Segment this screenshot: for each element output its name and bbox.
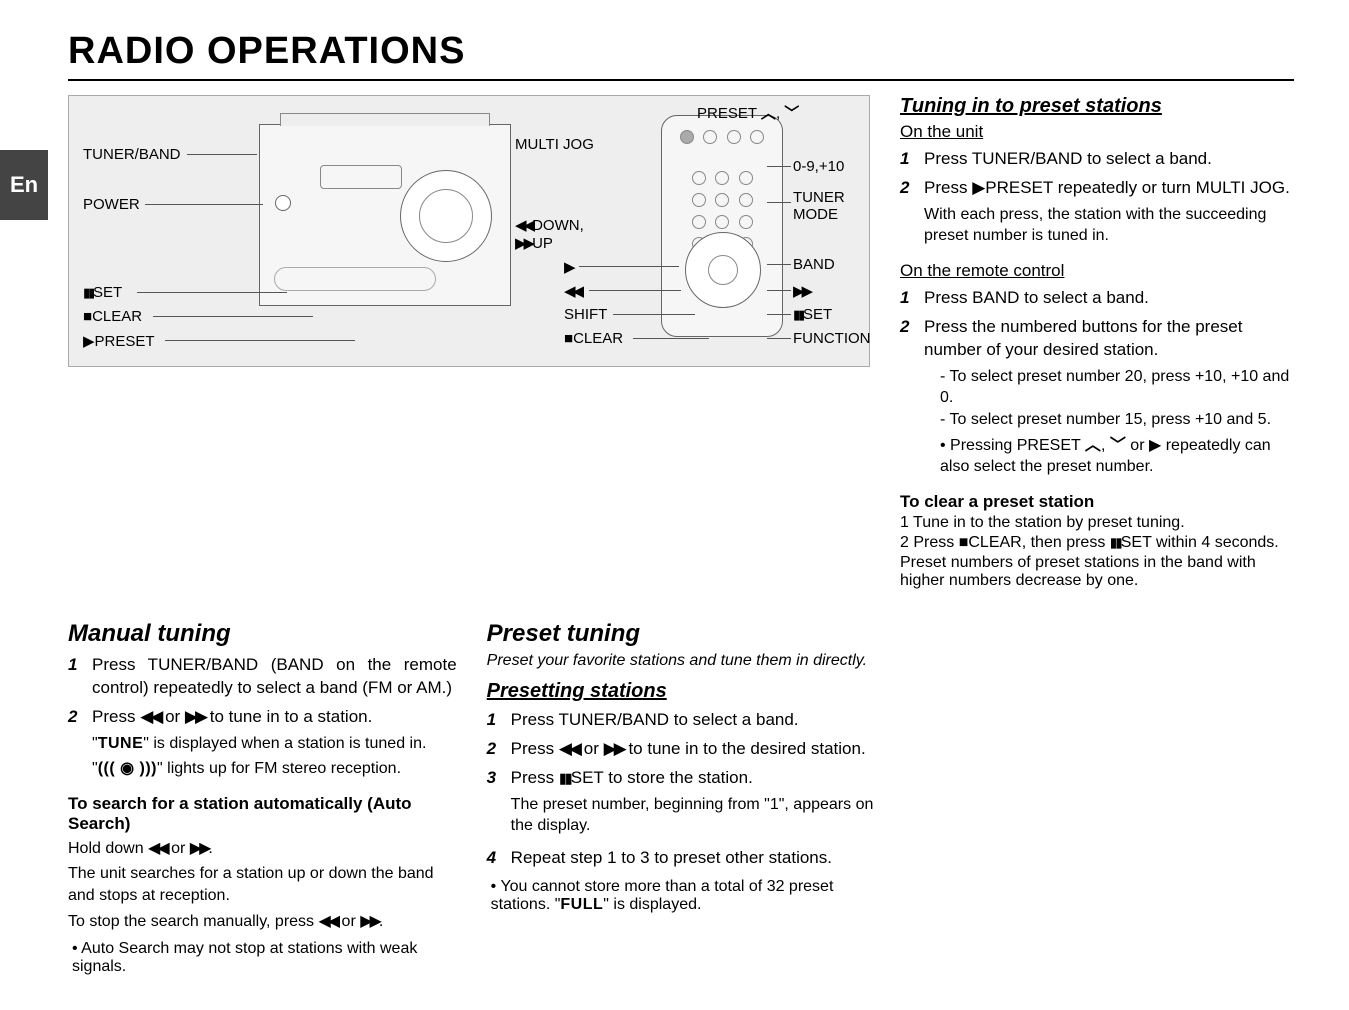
on-remote-heading: On the remote control — [900, 261, 1294, 281]
remote-step-2: 2 Press the numbered buttons for the pre… — [900, 316, 1294, 482]
label-tuner-band: TUNER/BAND — [83, 146, 181, 163]
forward-icon — [793, 283, 810, 300]
pause-icon — [83, 284, 93, 301]
page-title: RADIO OPERATIONS — [68, 30, 1294, 73]
label-power: POWER — [83, 196, 140, 213]
auto-search-stop: To stop the search manually, press or . — [68, 911, 457, 933]
jog-dial-illustration — [400, 170, 492, 262]
display-area — [320, 165, 402, 189]
clear-note: Preset numbers of preset stations in the… — [900, 554, 1294, 590]
label-rew-center — [564, 282, 581, 300]
up-arrow-icon — [1085, 437, 1101, 454]
preset-step-3: 3 Press SET to store the station. The pr… — [487, 767, 876, 841]
remote-note: Pressing PRESET , or repeatedly can also… — [940, 435, 1294, 478]
unit-step-1: 1 Press TUNER/BAND to select a band. — [900, 148, 1294, 171]
auto-search-desc: The unit searches for a station up or do… — [68, 863, 457, 906]
label-down: DOWN, — [515, 216, 584, 234]
rewind-icon — [319, 913, 338, 930]
label-preset-arrows: PRESET , — [697, 102, 799, 123]
manual-step-1: 1 Press TUNER/BAND (BAND on the remote c… — [68, 654, 457, 700]
forward-icon — [185, 707, 205, 726]
rewind-icon — [559, 739, 579, 758]
play-icon — [564, 259, 576, 276]
play-icon — [972, 178, 985, 197]
auto-search-hold: Hold down or . — [68, 838, 457, 860]
clear-step-1: 1 Tune in to the station by preset tunin… — [900, 514, 1294, 532]
label-clear-center: CLEAR — [564, 330, 623, 347]
label-multi-jog: MULTI JOG — [515, 136, 594, 153]
stop-icon — [83, 308, 92, 325]
remote-dpad — [685, 232, 761, 308]
device-diagram: TUNER/BAND POWER SET CLEAR PRESET MULTI … — [68, 95, 870, 367]
preset-intro: Preset your favorite stations and tune t… — [487, 652, 876, 670]
auto-search-bullet: Auto Search may not stop at stations wit… — [72, 940, 457, 976]
label-band: BAND — [793, 256, 835, 273]
label-clear-left: CLEAR — [83, 308, 142, 325]
on-unit-heading: On the unit — [900, 122, 1294, 142]
language-tab: En — [0, 150, 48, 220]
spacer-column — [905, 620, 1294, 980]
down-arrow-icon — [1110, 437, 1126, 454]
play-icon — [83, 333, 95, 350]
remote-example-1: To select preset number 20, press +10, +… — [940, 366, 1294, 409]
forward-icon — [360, 913, 379, 930]
forward-icon — [190, 840, 209, 857]
stop-icon — [564, 330, 573, 347]
preset-heading: Preset tuning — [487, 620, 876, 648]
stop-icon — [959, 534, 969, 551]
main-unit-illustration — [259, 124, 511, 306]
rewind-icon — [515, 217, 532, 234]
pause-icon — [1110, 534, 1121, 551]
preset-tuning-section: Preset tuning Preset your favorite stati… — [487, 620, 876, 980]
pause-icon — [559, 768, 571, 787]
rewind-icon — [564, 283, 581, 300]
tuning-in-section: Tuning in to preset stations On the unit… — [900, 95, 1294, 592]
down-arrow-icon — [784, 105, 799, 122]
preset-bullet: You cannot store more than a total of 32… — [491, 878, 876, 914]
rewind-icon — [148, 840, 167, 857]
rewind-icon — [140, 707, 160, 726]
clear-step-2: 2 Press CLEAR, then press SET within 4 s… — [900, 534, 1294, 552]
label-function: FUNCTION — [793, 330, 871, 347]
presetting-heading: Presetting stations — [487, 680, 876, 703]
tuning-in-heading: Tuning in to preset stations — [900, 95, 1294, 118]
power-knob — [275, 195, 291, 211]
label-num-keys: 0-9,+10 — [793, 158, 844, 175]
label-set-right: SET — [793, 306, 832, 323]
pause-icon — [793, 306, 803, 323]
label-tuner-mode: TUNER MODE — [793, 190, 845, 223]
up-arrow-icon — [761, 105, 776, 122]
horizontal-rule — [68, 79, 1294, 81]
remote-step-1: 1 Press BAND to select a band. — [900, 287, 1294, 310]
manual-heading: Manual tuning — [68, 620, 457, 648]
manual-step-2: 2 Press or to tune in to a station. "TUN… — [68, 706, 457, 784]
label-preset-left: PRESET — [83, 332, 155, 350]
label-set-left: SET — [83, 284, 122, 301]
auto-search-heading: To search for a station automatically (A… — [68, 794, 457, 834]
forward-icon — [515, 235, 532, 252]
label-ff-right — [793, 282, 810, 300]
forward-icon — [604, 739, 624, 758]
button-strip — [274, 267, 436, 291]
preset-step-1: 1 Press TUNER/BAND to select a band. — [487, 709, 876, 732]
remote-illustration — [661, 115, 783, 337]
remote-example-2: To select preset number 15, press +10 an… — [940, 409, 1294, 431]
play-icon — [1149, 437, 1161, 454]
label-play-center — [564, 258, 576, 276]
unit-step-2: 2 Press PRESET repeatedly or turn MULTI … — [900, 177, 1294, 251]
label-up: UP — [515, 234, 553, 252]
clear-heading: To clear a preset station — [900, 492, 1294, 512]
preset-step-2: 2 Press or to tune in to the desired sta… — [487, 738, 876, 761]
manual-tuning-section: Manual tuning 1 Press TUNER/BAND (BAND o… — [68, 620, 457, 980]
label-shift: SHIFT — [564, 306, 607, 323]
preset-step-4: 4 Repeat step 1 to 3 to preset other sta… — [487, 847, 876, 870]
